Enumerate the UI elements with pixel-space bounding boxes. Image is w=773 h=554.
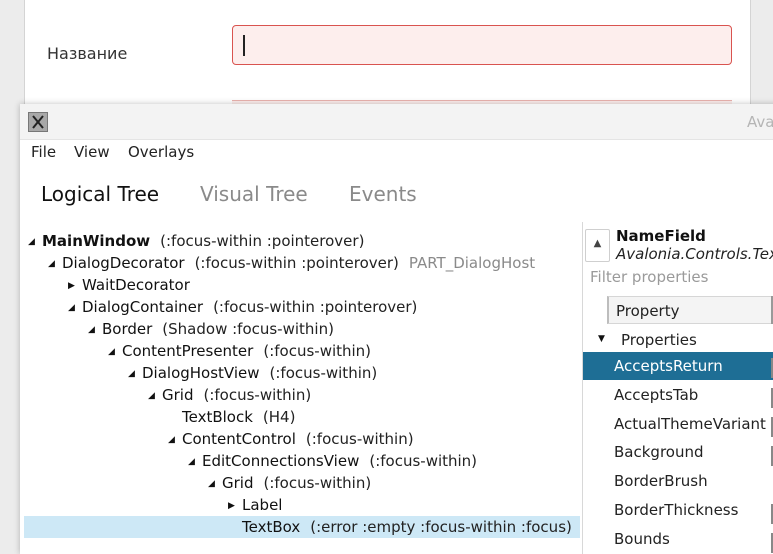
title-bar[interactable]: Ava — [20, 104, 773, 140]
expand-arrow-icon[interactable]: ▶ — [228, 501, 242, 511]
tree-node-type: ContentControl — [182, 430, 296, 448]
tree-node-type: Grid — [162, 386, 194, 404]
tab-logical-tree[interactable]: Logical Tree — [41, 182, 159, 206]
property-name: AcceptsReturn — [614, 357, 723, 375]
collapse-arrow-icon[interactable]: ◢ — [88, 325, 102, 335]
collapse-arrow-icon[interactable]: ◢ — [128, 369, 142, 379]
property-row[interactable]: ActualThemeVariant — [583, 410, 773, 438]
properties-panel: ▲ NameField Avalonia.Controls.TextBox Fi… — [582, 222, 773, 554]
filter-properties-input[interactable]: Filter properties — [590, 268, 708, 286]
tree-node-classes: (:error :empty :focus-within :focus) — [310, 518, 572, 536]
tree-node-classes: (:focus-within) — [305, 430, 414, 448]
tree-node-classes: (:focus-within) — [203, 386, 312, 404]
property-name: BorderThickness — [614, 501, 739, 519]
tree-node-row[interactable]: ◢ DialogHostView (:focus-within) — [24, 362, 580, 384]
property-row[interactable]: BorderBrush — [583, 467, 773, 495]
tree-node-row[interactable]: ◢ Grid (:focus-within) — [24, 472, 580, 494]
property-row[interactable]: Bounds — [583, 525, 773, 553]
text-caret — [243, 35, 245, 56]
menu-overlays[interactable]: Overlays — [128, 143, 194, 161]
collapse-arrow-icon[interactable]: ◢ — [208, 479, 222, 489]
menu-view[interactable]: View — [74, 143, 110, 161]
tree-node-classes: (:focus-within) — [263, 342, 372, 360]
tree-node-row[interactable]: ◢TextBox(:error :empty :focus-within :fo… — [24, 516, 580, 538]
avalonia-x-icon — [28, 112, 48, 132]
collapse-arrow-icon[interactable]: ◢ — [68, 303, 82, 313]
tree-node-classes: (:focus-within) — [369, 452, 478, 470]
devtools-window: Ava File View Overlays Logical Tree Visu… — [20, 104, 773, 554]
tree-node-classes: (:focus-within :pointerover) — [194, 254, 399, 272]
tree-node-row[interactable]: ▶ WaitDecorator — [24, 274, 580, 296]
tree-node-type: DialogContainer — [82, 298, 204, 316]
tab-visual-tree[interactable]: Visual Tree — [200, 182, 308, 206]
navigate-up-button[interactable]: ▲ — [585, 229, 610, 262]
tree-node-type: WaitDecorator — [82, 276, 190, 294]
tree-node-type: Grid — [222, 474, 254, 492]
property-row[interactable]: BorderThickness — [583, 496, 773, 524]
tree-node-row[interactable]: ◢ EditConnectionsView (:focus-within) — [24, 450, 580, 472]
tree-node-row[interactable]: ◢TextBlock(H4) — [24, 406, 580, 428]
collapse-arrow-icon[interactable]: ◢ — [28, 237, 42, 247]
property-row[interactable]: AcceptsReturn — [583, 352, 773, 380]
properties-group-label: Properties — [621, 331, 697, 349]
collapse-arrow-icon[interactable]: ◢ — [48, 259, 62, 269]
window-title: Ava — [747, 113, 773, 131]
property-name: ActualThemeVariant — [614, 414, 766, 433]
tree-node-classes: (H4) — [262, 408, 296, 426]
selected-control-name: NameField — [616, 227, 706, 245]
property-name: BorderBrush — [614, 472, 708, 491]
tree-node-type: MainWindow — [42, 232, 151, 250]
collapse-arrow-icon[interactable]: ◢ — [108, 347, 122, 357]
property-column-header[interactable]: Property — [607, 296, 773, 324]
property-name: Background — [614, 443, 704, 462]
tree-node-type: EditConnectionsView — [202, 452, 360, 470]
tree-node-row[interactable]: ◢ DialogDecorator (:focus-within :pointero… — [24, 252, 580, 274]
tree-node-type: TextBlock — [182, 408, 253, 426]
name-text-input[interactable] — [232, 25, 732, 65]
tree-node-row[interactable]: ◢ ContentControl (:focus-within) — [24, 428, 580, 450]
tree-node-classes: (:focus-within) — [263, 474, 372, 492]
property-name: Bounds — [614, 529, 670, 548]
collapse-arrow-icon[interactable]: ◢ — [168, 435, 182, 445]
tree-node-type: TextBox — [242, 518, 301, 536]
menu-file[interactable]: File — [31, 143, 56, 161]
logical-tree-view[interactable]: ◢ MainWindow (:focus-within :pointerover) ◢… — [24, 230, 580, 554]
tree-node-classes: (Shadow :focus-within) — [162, 320, 334, 338]
property-row[interactable]: Background — [583, 438, 773, 466]
chevron-up-icon: ▲ — [593, 238, 602, 249]
tree-node-row[interactable]: ◢ MainWindow (:focus-within :pointerover) — [24, 230, 580, 252]
tree-node-row[interactable]: ◢ Border (Shadow :focus-within) — [24, 318, 580, 340]
menu-bar: File View Overlays — [20, 140, 773, 164]
collapse-arrow-icon[interactable]: ◢ — [148, 391, 162, 401]
tree-node-row[interactable]: ▶ Label — [24, 494, 580, 516]
tree-node-row[interactable]: ◢ DialogContainer (:focus-within :pointero… — [24, 296, 580, 318]
property-row[interactable]: AcceptsTab — [583, 381, 773, 409]
tree-node-type: Border — [102, 320, 153, 338]
tree-node-type: Label — [242, 496, 283, 514]
properties-group-row[interactable]: ▼ Properties — [583, 328, 773, 352]
tab-events[interactable]: Events — [349, 182, 417, 206]
tree-node-type: DialogHostView — [142, 364, 260, 382]
property-column-label: Property — [616, 302, 680, 320]
selected-control-type: Avalonia.Controls.TextBox — [616, 245, 773, 263]
chevron-down-icon[interactable]: ▼ — [598, 334, 605, 344]
tree-node-classes: (:focus-within :pointerover) — [160, 232, 365, 250]
tree-node-classes: (:focus-within) — [269, 364, 378, 382]
tab-strip: Logical Tree Visual Tree Events — [20, 168, 773, 218]
property-name: AcceptsTab — [614, 385, 699, 404]
tree-node-row[interactable]: ◢ Grid (:focus-within) — [24, 384, 580, 406]
tree-node-part-name: PART_DialogHost — [408, 254, 536, 272]
expand-arrow-icon[interactable]: ▶ — [68, 281, 82, 291]
tree-node-row[interactable]: ◢ ContentPresenter (:focus-within) — [24, 340, 580, 362]
collapse-arrow-icon[interactable]: ◢ — [188, 457, 202, 467]
tree-node-type: DialogDecorator — [62, 254, 185, 272]
name-field-label: Название — [47, 44, 128, 63]
tree-node-type: ContentPresenter — [122, 342, 254, 360]
tree-node-classes: (:focus-within :pointerover) — [213, 298, 418, 316]
